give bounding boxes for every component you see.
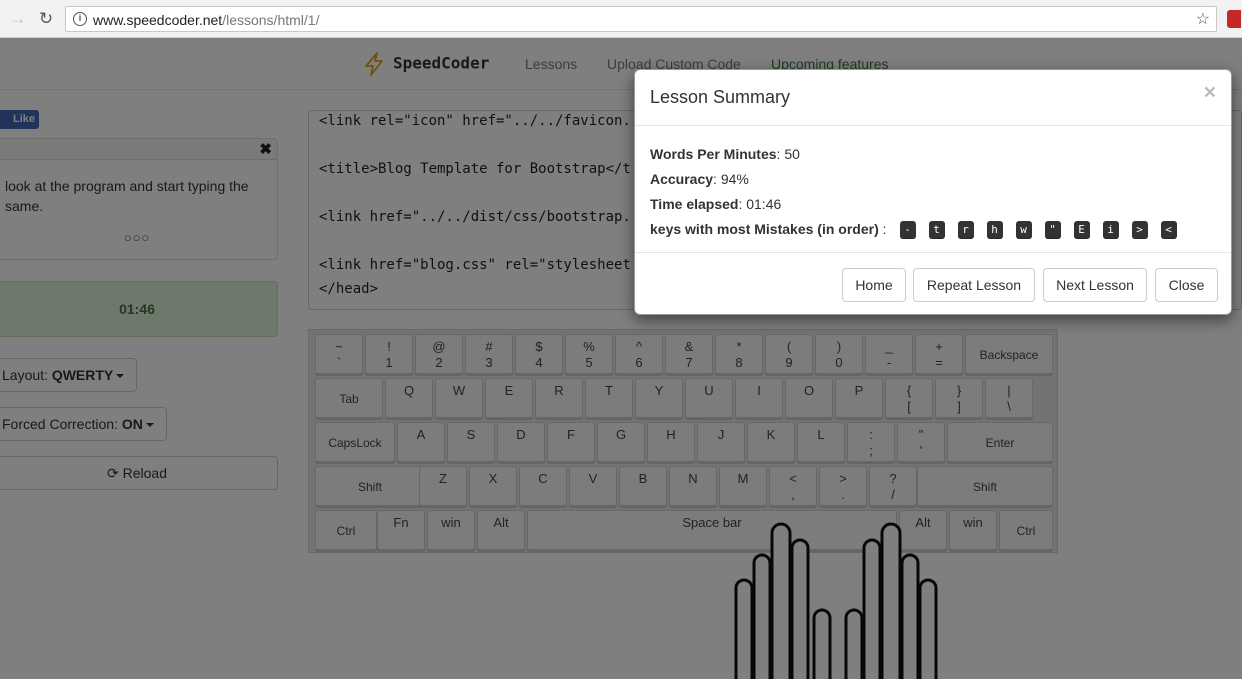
close-icon[interactable]: × <box>1204 82 1216 103</box>
modal-footer: Home Repeat Lesson Next Lesson Close <box>635 252 1231 315</box>
url-text: www.speedcoder.net/lessons/html/1/ <box>93 12 319 28</box>
info-icon[interactable]: i <box>73 12 87 26</box>
forward-icon[interactable]: → <box>8 9 28 29</box>
mistake-key: " <box>1044 221 1061 240</box>
time-elapsed-stat: Time elapsed: 01:46 <box>650 192 1220 217</box>
time-elapsed-value: : 01:46 <box>738 196 782 212</box>
accuracy-stat: Accuracy: 94% <box>650 167 1220 192</box>
modal-title: Lesson Summary <box>650 87 791 107</box>
url-path: /lessons/html/1/ <box>222 12 320 28</box>
address-bar[interactable]: i www.speedcoder.net/lessons/html/1/ ☆ <box>65 6 1217 32</box>
mistake-keys-stat: keys with most Mistakes (in order) :-trh… <box>650 217 1220 242</box>
close-button[interactable]: Close <box>1155 268 1218 302</box>
url-host: www.speedcoder.net <box>93 12 223 28</box>
accuracy-label: Accuracy <box>650 171 714 187</box>
mistake-key: i <box>1102 221 1119 240</box>
wpm-label: Words Per Minutes <box>650 146 777 162</box>
modal-body: Words Per Minutes: 50 Accuracy: 94% Time… <box>650 142 1220 242</box>
lesson-summary-modal: Lesson Summary × Words Per Minutes: 50 A… <box>634 69 1232 315</box>
modal-header: Lesson Summary × <box>635 70 1231 126</box>
next-lesson-button[interactable]: Next Lesson <box>1043 268 1147 302</box>
mistake-key: > <box>1131 221 1148 240</box>
mistake-key: t <box>928 221 945 240</box>
browser-toolbar: → ↻ i www.speedcoder.net/lessons/html/1/… <box>0 0 1242 38</box>
extension-icon[interactable] <box>1227 10 1241 28</box>
time-elapsed-label: Time elapsed <box>650 196 739 212</box>
mistake-key: r <box>957 221 974 240</box>
mistake-key: h <box>986 221 1003 240</box>
bookmark-star-icon[interactable]: ☆ <box>1196 9 1210 29</box>
mistake-keys-label: keys with most Mistakes (in order) <box>650 221 879 237</box>
mistake-key: E <box>1073 221 1090 240</box>
mistake-key: - <box>899 221 916 240</box>
home-button[interactable]: Home <box>842 268 906 302</box>
mistake-keys-separator: : <box>878 221 887 237</box>
repeat-lesson-button[interactable]: Repeat Lesson <box>913 268 1035 302</box>
mistake-key: w <box>1015 221 1032 240</box>
accuracy-value: : 94% <box>713 171 749 187</box>
mistake-key: < <box>1160 221 1177 240</box>
reload-icon[interactable]: ↻ <box>36 9 56 29</box>
wpm-stat: Words Per Minutes: 50 <box>650 142 1220 167</box>
wpm-value: : 50 <box>776 146 800 162</box>
